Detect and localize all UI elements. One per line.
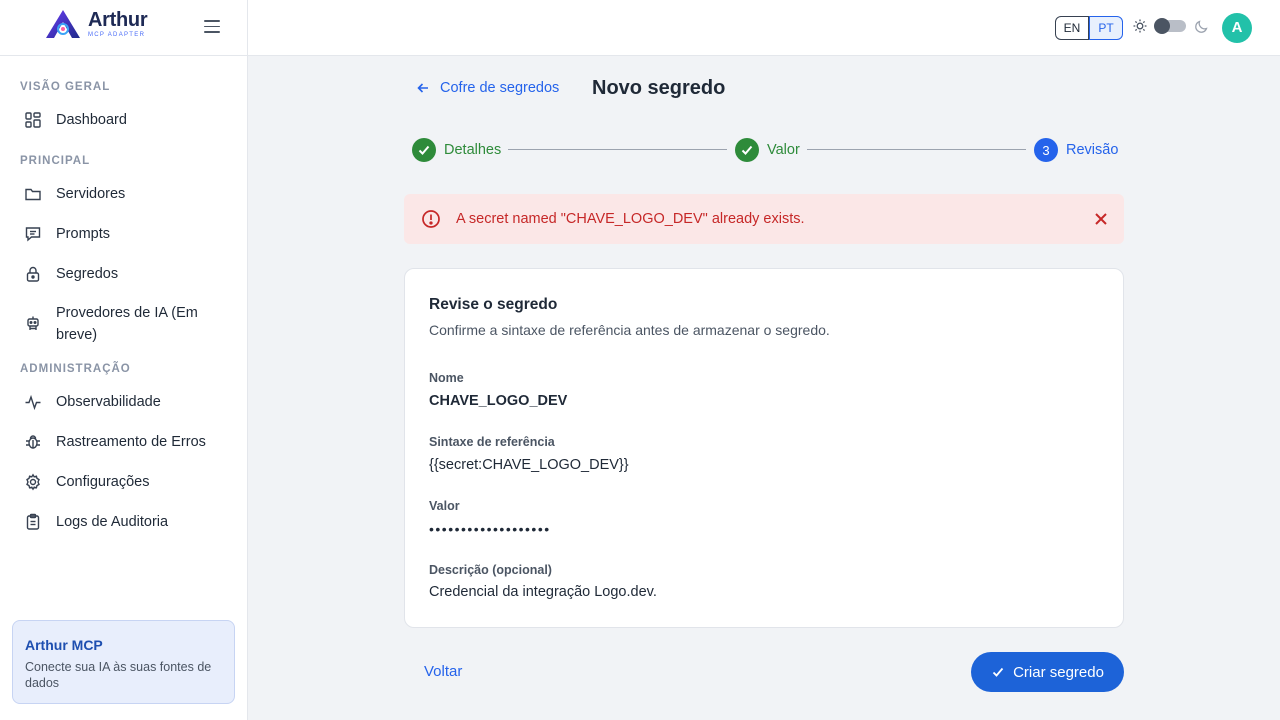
logo-subtitle: MCP ADAPTER xyxy=(88,32,146,38)
card-title: Revise o segredo xyxy=(429,296,558,313)
app-logo[interactable]: Arthur MCP ADAPTER xyxy=(44,8,148,40)
arthur-logo-icon xyxy=(46,10,80,38)
user-avatar[interactable]: A xyxy=(1222,13,1252,43)
step-connector xyxy=(508,149,727,150)
field-value-descricao: Credencial da integração Logo.dev. xyxy=(429,584,657,600)
field-label-descricao: Descrição (opcional) xyxy=(429,563,552,577)
moon-icon xyxy=(1195,20,1208,33)
theme-switcher xyxy=(1132,18,1210,34)
logo-bar: Arthur MCP ADAPTER xyxy=(0,0,247,56)
step-detalhes: Detalhes xyxy=(412,137,501,163)
field-label-valor: Valor xyxy=(429,499,460,513)
sidebar-item-provedores-ia[interactable]: Provedores de IA (Em breve) xyxy=(0,294,247,354)
step-connector xyxy=(807,149,1026,150)
language-switcher: EN PT xyxy=(1055,16,1123,40)
activity-icon xyxy=(25,394,41,411)
gear-icon xyxy=(26,473,40,491)
field-value-sintaxe: {{secret:CHAVE_LOGO_DEV}} xyxy=(429,457,629,473)
step-number: 3 xyxy=(1034,138,1058,162)
sidebar-item-segredos[interactable]: Segredos xyxy=(0,254,247,294)
sidebar-item-label: Observabilidade xyxy=(56,394,161,410)
stepper: Detalhes Valor 3 Revisão xyxy=(412,137,1124,163)
sidebar-item-observabilidade[interactable]: Observabilidade xyxy=(0,382,247,422)
arrow-left-icon xyxy=(417,83,428,93)
create-secret-button[interactable]: Criar segredo xyxy=(971,652,1124,692)
back-link-label: Cofre de segredos xyxy=(440,80,560,96)
sidebar-item-label: Dashboard xyxy=(56,112,127,128)
sidebar-item-label: Provedores de IA (Em breve) xyxy=(56,305,198,343)
sidebar-item-configuracoes[interactable]: Configurações xyxy=(0,462,247,502)
robot-icon xyxy=(27,316,39,330)
sidebar-item-prompts[interactable]: Prompts xyxy=(0,214,247,254)
sidebar: Arthur MCP ADAPTER VISÃO GERAL Dashboard… xyxy=(0,0,248,720)
sidebar-item-label: Rastreamento de Erros xyxy=(56,434,206,450)
sidebar-item-logs-auditoria[interactable]: Logs de Auditoria xyxy=(0,502,247,542)
clipboard-icon xyxy=(26,513,40,530)
page-title: Novo segredo xyxy=(592,77,726,99)
step-revisao: 3 Revisão xyxy=(1034,137,1118,163)
sidebar-nav: VISÃO GERAL Dashboard PRINCIPAL Servidor… xyxy=(0,56,247,542)
sidebar-item-label: Logs de Auditoria xyxy=(56,514,169,530)
step-valor: Valor xyxy=(735,137,800,163)
message-icon xyxy=(25,227,41,242)
promo-title: Arthur MCP xyxy=(25,637,103,653)
card-subtitle: Confirme a sintaxe de referência antes d… xyxy=(429,322,830,338)
sidebar-item-servidores[interactable]: Servidores xyxy=(0,174,247,214)
promo-card: Arthur MCP Conecte sua IA às suas fontes… xyxy=(12,620,235,704)
alert-message: A secret named "CHAVE_LOGO_DEV" already … xyxy=(456,211,805,227)
check-icon xyxy=(735,138,759,162)
sidebar-item-label: Prompts xyxy=(56,226,110,242)
topbar: EN PT A xyxy=(248,0,1280,56)
back-button[interactable]: Voltar xyxy=(424,663,462,680)
nav-group-label: ADMINISTRAÇÃO xyxy=(20,363,131,375)
step-label: Valor xyxy=(767,142,800,158)
sidebar-item-label: Servidores xyxy=(56,186,126,202)
sidebar-item-dashboard[interactable]: Dashboard xyxy=(0,100,247,140)
field-label-sintaxe: Sintaxe de referência xyxy=(429,435,555,449)
check-icon xyxy=(412,138,436,162)
menu-toggle-icon[interactable] xyxy=(204,20,220,34)
bug-icon xyxy=(26,435,40,449)
step-label: Revisão xyxy=(1066,142,1119,158)
create-secret-label: Criar segredo xyxy=(1013,663,1104,681)
error-alert: A secret named "CHAVE_LOGO_DEV" already … xyxy=(404,194,1124,244)
field-label-nome: Nome xyxy=(429,371,464,385)
back-to-vault-link[interactable]: Cofre de segredos xyxy=(416,80,559,96)
sidebar-item-label: Configurações xyxy=(56,474,150,490)
folder-icon xyxy=(25,188,41,201)
nav-group-label: VISÃO GERAL xyxy=(20,81,111,93)
sun-icon xyxy=(1133,19,1147,33)
check-icon xyxy=(992,667,1004,677)
sidebar-item-label: Segredos xyxy=(56,266,119,282)
lang-pt-button[interactable]: PT xyxy=(1089,16,1123,40)
dashboard-icon xyxy=(25,112,41,128)
nav-group-label: PRINCIPAL xyxy=(20,155,91,167)
close-icon[interactable] xyxy=(1093,211,1109,227)
field-value-nome: CHAVE_LOGO_DEV xyxy=(429,393,568,409)
lock-icon xyxy=(26,266,40,282)
theme-toggle[interactable] xyxy=(1154,18,1186,34)
field-value-valor: ••••••••••••••••••• xyxy=(429,521,551,537)
logo-title: Arthur xyxy=(88,9,148,31)
promo-text: Conecte sua IA às suas fontes de dados xyxy=(25,660,212,690)
review-card: Revise o segredo Confirme a sintaxe de r… xyxy=(404,268,1124,628)
step-label: Detalhes xyxy=(444,142,502,158)
alert-circle-icon xyxy=(422,210,440,228)
lang-en-button[interactable]: EN xyxy=(1055,16,1089,40)
sidebar-item-rastreamento-erros[interactable]: Rastreamento de Erros xyxy=(0,422,247,462)
